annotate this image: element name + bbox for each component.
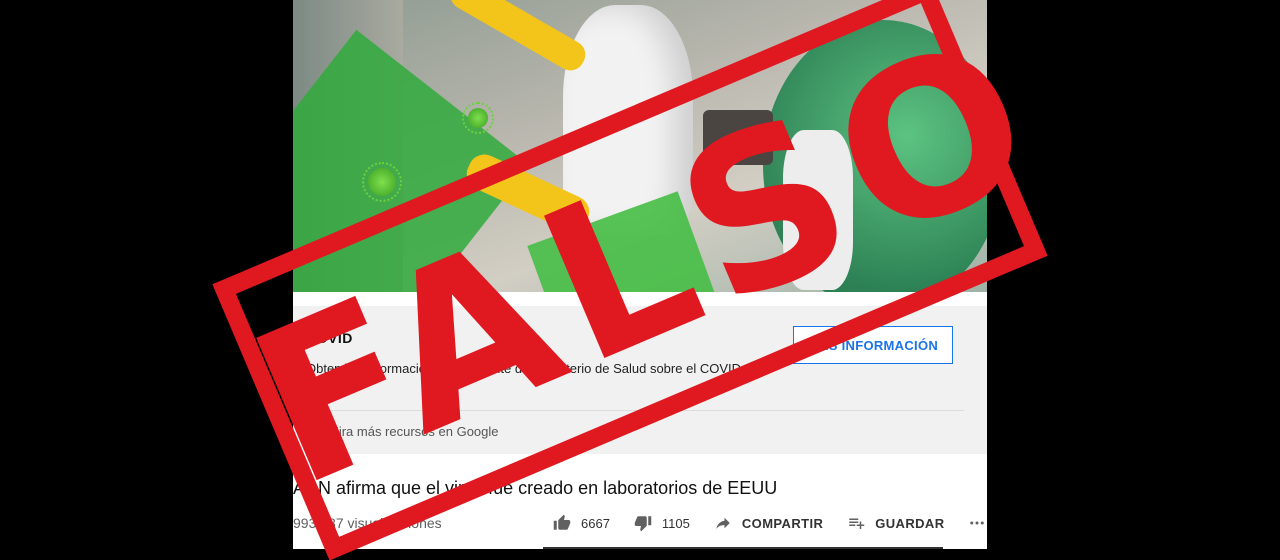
thumbs-down-icon [634, 516, 652, 532]
dislike-count: 1105 [661, 515, 690, 531]
share-icon [716, 517, 730, 529]
share-label: COMPARTIR [741, 515, 824, 531]
share-button[interactable]: COMPARTIR [712, 514, 823, 532]
like-count: 6667 [581, 515, 610, 531]
dislike-button[interactable]: 1105 [632, 514, 690, 532]
save-label: GUARDAR [875, 515, 945, 531]
virus-icon [462, 102, 494, 134]
more-icon[interactable] [967, 514, 987, 532]
thumbs-up-icon [553, 514, 571, 530]
save-button[interactable]: GUARDAR [845, 514, 944, 532]
video-actions: 6667 1105 COMPARTIR GUARDAR [551, 514, 987, 532]
playlist-add-icon [849, 518, 865, 529]
thumbnail-glove [445, 0, 591, 76]
virus-icon [362, 162, 402, 202]
like-button[interactable]: 6667 [551, 514, 610, 532]
